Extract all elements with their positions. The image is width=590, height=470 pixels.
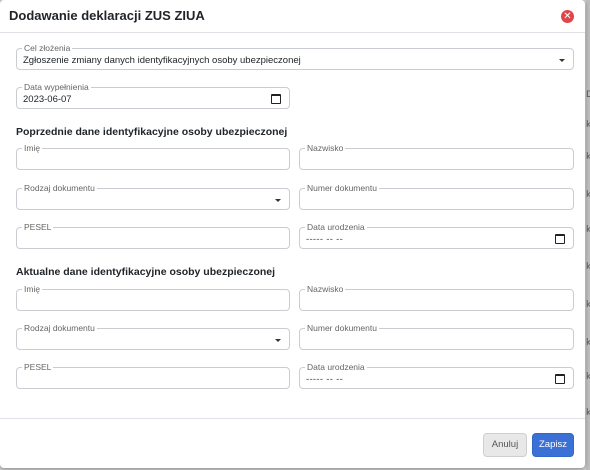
current-document-type-select[interactable]: Rodzaj dokumentu bbox=[16, 324, 290, 350]
previous-birth-date-label: Data urodzenia bbox=[305, 222, 367, 232]
current-last-name-label: Nazwisko bbox=[305, 284, 346, 294]
current-pesel-input[interactable]: PESEL bbox=[16, 363, 290, 389]
current-document-number-input[interactable]: Numer dokumentu bbox=[299, 324, 574, 350]
background-edge bbox=[586, 0, 590, 470]
close-icon[interactable]: ✕ bbox=[561, 10, 574, 23]
background-text: k bbox=[586, 408, 590, 418]
dialog-footer: Anuluj Zapisz bbox=[0, 418, 585, 468]
cancel-button[interactable]: Anuluj bbox=[483, 433, 527, 457]
background-text: k bbox=[586, 120, 590, 130]
previous-last-name-input[interactable]: Nazwisko bbox=[299, 144, 574, 170]
fill-date-field[interactable]: Data wypełnienia 2023-06-07 bbox=[16, 83, 290, 109]
save-button[interactable]: Zapisz bbox=[532, 433, 574, 457]
current-birth-date-field[interactable]: Data urodzenia ----- -- -- bbox=[299, 363, 574, 389]
background-text: k bbox=[586, 372, 590, 382]
background-text: k bbox=[586, 262, 590, 272]
purpose-select[interactable]: Cel złożenia Zgłoszenie zmiany danych id… bbox=[16, 44, 574, 70]
dialog-title: Dodawanie deklaracji ZUS ZIUA bbox=[9, 8, 205, 23]
current-birth-date-placeholder: ----- -- -- bbox=[306, 374, 344, 385]
previous-pesel-input[interactable]: PESEL bbox=[16, 223, 290, 249]
previous-birth-date-placeholder: ----- -- -- bbox=[306, 234, 344, 245]
current-data-heading: Aktualne dane identyfikacyjne osoby ubez… bbox=[16, 266, 276, 278]
background-text: k bbox=[586, 338, 590, 348]
purpose-label: Cel złożenia bbox=[22, 43, 73, 53]
calendar-icon[interactable] bbox=[555, 374, 565, 384]
previous-document-number-input[interactable]: Numer dokumentu bbox=[299, 184, 574, 210]
current-birth-date-label: Data urodzenia bbox=[305, 362, 367, 372]
previous-document-number-label: Numer dokumentu bbox=[305, 183, 379, 193]
current-document-number-label: Numer dokumentu bbox=[305, 323, 379, 333]
chevron-down-icon bbox=[275, 339, 281, 342]
calendar-icon[interactable] bbox=[555, 234, 565, 244]
previous-first-name-label: Imię bbox=[22, 143, 43, 153]
previous-pesel-label: PESEL bbox=[22, 222, 54, 232]
previous-data-heading: Poprzednie dane identyfikacyjne osoby ub… bbox=[16, 126, 288, 138]
previous-document-type-select[interactable]: Rodzaj dokumentu bbox=[16, 184, 290, 210]
previous-first-name-input[interactable]: Imię bbox=[16, 144, 290, 170]
previous-document-type-label: Rodzaj dokumentu bbox=[22, 183, 97, 193]
dialog-header: Dodawanie deklaracji ZUS ZIUA ✕ bbox=[0, 0, 585, 33]
background-text: k bbox=[586, 225, 590, 235]
current-document-type-label: Rodzaj dokumentu bbox=[22, 323, 97, 333]
current-first-name-label: Imię bbox=[22, 284, 43, 294]
current-pesel-label: PESEL bbox=[22, 362, 54, 372]
previous-last-name-label: Nazwisko bbox=[305, 143, 346, 153]
background-text: k bbox=[586, 152, 590, 162]
background-text: k bbox=[586, 300, 590, 310]
background-text: k bbox=[586, 190, 590, 200]
current-last-name-input[interactable]: Nazwisko bbox=[299, 285, 574, 311]
chevron-down-icon bbox=[275, 199, 281, 202]
purpose-value: Zgłoszenie zmiany danych identyfikacyjny… bbox=[23, 55, 301, 66]
calendar-icon[interactable] bbox=[271, 94, 281, 104]
background-text: D bbox=[586, 90, 590, 100]
fill-date-value: 2023-06-07 bbox=[23, 94, 72, 105]
current-first-name-input[interactable]: Imię bbox=[16, 285, 290, 311]
previous-birth-date-field[interactable]: Data urodzenia ----- -- -- bbox=[299, 223, 574, 249]
add-declaration-dialog: Dodawanie deklaracji ZUS ZIUA ✕ Cel złoż… bbox=[0, 0, 585, 468]
chevron-down-icon bbox=[559, 59, 565, 62]
fill-date-label: Data wypełnienia bbox=[22, 82, 91, 92]
